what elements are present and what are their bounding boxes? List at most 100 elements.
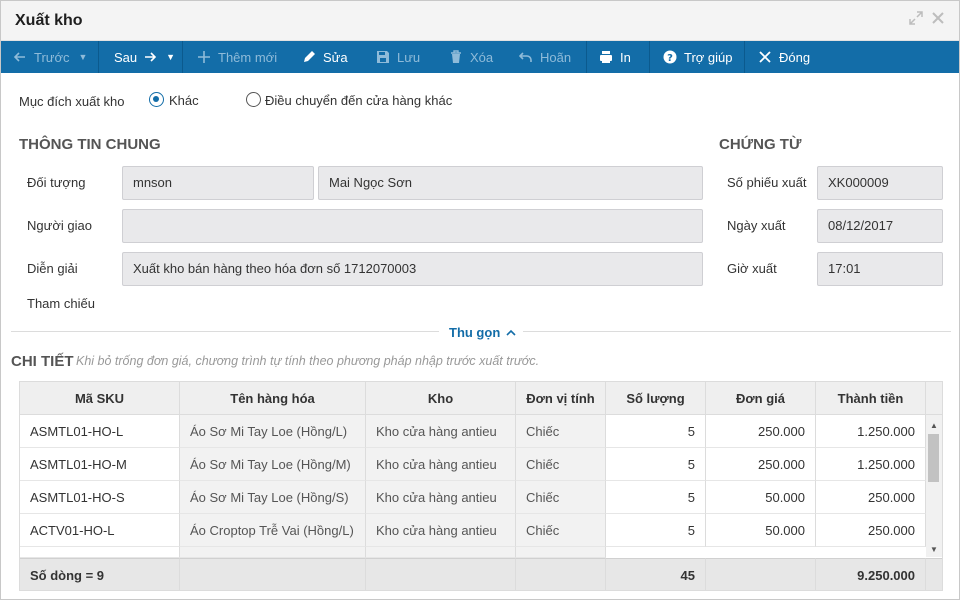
next-button[interactable]: Sau ▼ <box>114 41 175 73</box>
general-heading: THÔNG TIN CHUNG <box>19 136 161 153</box>
close-icon[interactable] <box>929 11 947 29</box>
export-date-field[interactable]: 08/12/2017 <box>817 209 943 243</box>
undo-icon <box>519 52 532 62</box>
close-button[interactable]: Đóng <box>758 41 810 73</box>
pencil-icon <box>304 51 315 62</box>
description-field[interactable]: Xuất kho bán hàng theo hóa đơn số 171207… <box>122 252 703 286</box>
table-row <box>180 547 366 558</box>
description-label: Diễn giải <box>27 261 78 276</box>
scroll-thumb[interactable] <box>928 434 939 482</box>
save-label: Lưu <box>397 49 421 65</box>
deliverer-field[interactable] <box>122 209 703 243</box>
col-header-name[interactable]: Tên hàng hóa <box>180 382 366 415</box>
delete-button[interactable]: Xóa <box>449 41 493 73</box>
vertical-scrollbar[interactable]: ▲ ▼ <box>926 415 942 557</box>
radio-transfer-label: Điều chuyển đến cửa hàng khác <box>265 93 453 108</box>
object-name-field[interactable]: Mai Ngọc Sơn <box>318 166 703 200</box>
table-row <box>20 547 180 558</box>
chevron-down-icon: ▼ <box>78 52 88 62</box>
export-time-field[interactable]: 17:01 <box>817 252 943 286</box>
radio-transfer[interactable] <box>246 92 261 107</box>
cell-warehouse: Kho cửa hàng antieu <box>366 415 516 448</box>
radio-other[interactable] <box>149 92 164 107</box>
floppy-icon <box>377 51 389 63</box>
cell-amount: 250.000 <box>816 514 926 547</box>
cell-unit: Chiếc <box>516 415 606 448</box>
cell-name: Áo Sơ Mi Tay Loe (Hồng/L) <box>180 415 366 448</box>
window-title: Xuất kho <box>15 12 83 29</box>
cell-sku[interactable]: ACTV01-HO-L <box>20 514 180 547</box>
save-button[interactable]: Lưu <box>376 41 420 73</box>
cell-name: Áo Croptop Trễ Vai (Hồng/L) <box>180 514 366 547</box>
cell-warehouse: Kho cửa hàng antieu <box>366 448 516 481</box>
voucher-number-field[interactable]: XK000009 <box>817 166 943 200</box>
cell-name: Áo Sơ Mi Tay Loe (Hồng/S) <box>180 481 366 514</box>
arrow-right-icon <box>145 52 157 62</box>
maximize-icon[interactable] <box>907 11 925 29</box>
scroll-down-icon[interactable]: ▼ <box>926 543 942 557</box>
collapse-toggle[interactable]: Thu gọn <box>449 325 516 340</box>
cell-qty[interactable]: 5 <box>606 415 706 448</box>
cell-qty[interactable]: 5 <box>606 481 706 514</box>
collapse-label: Thu gọn <box>449 325 501 340</box>
cell-price[interactable]: 250.000 <box>706 415 816 448</box>
prev-button[interactable]: Trước ▼ <box>13 41 87 73</box>
undo-label: Hoãn <box>540 49 572 65</box>
close-label: Đóng <box>779 49 811 65</box>
help-label: Trợ giúp <box>684 49 733 65</box>
plus-icon <box>198 51 210 63</box>
cell-unit: Chiếc <box>516 481 606 514</box>
col-header-qty[interactable]: Số lượng <box>606 382 706 415</box>
scroll-up-icon[interactable]: ▲ <box>926 419 942 433</box>
cell-amount: 1.250.000 <box>816 448 926 481</box>
close-icon <box>759 51 771 63</box>
export-time-label: Giờ xuất <box>727 261 777 276</box>
cell-sku[interactable]: ASMTL01-HO-L <box>20 415 180 448</box>
arrow-left-icon <box>13 52 25 62</box>
cell-price[interactable]: 50.000 <box>706 514 816 547</box>
col-header-warehouse[interactable]: Kho <box>366 382 516 415</box>
col-header-sku[interactable]: Mã SKU <box>20 382 180 415</box>
edit-button[interactable]: Sửa <box>302 41 348 73</box>
divider <box>523 331 951 332</box>
cell-unit: Chiếc <box>516 448 606 481</box>
print-button[interactable]: In <box>599 41 631 73</box>
cell-sku[interactable]: ASMTL01-HO-M <box>20 448 180 481</box>
col-header-amount[interactable]: Thành tiền <box>816 382 926 415</box>
export-date-label: Ngày xuất <box>727 218 786 233</box>
object-code-field[interactable]: mnson <box>122 166 314 200</box>
add-button[interactable]: Thêm mới <box>197 41 277 73</box>
cell-amount: 250.000 <box>816 481 926 514</box>
prev-label: Trước <box>34 49 70 65</box>
cell-price[interactable]: 50.000 <box>706 481 816 514</box>
chevron-up-icon <box>506 329 516 336</box>
cell-qty[interactable]: 5 <box>606 448 706 481</box>
voucher-heading: CHỨNG TỪ <box>719 136 802 153</box>
radio-other-label: Khác <box>169 93 199 108</box>
toolbar: Trước ▼ Sau ▼ Thêm mới Sửa Lưu Xóa Hoãn <box>1 41 959 73</box>
col-header-unit[interactable]: Đơn vị tính <box>516 382 606 415</box>
printer-icon <box>600 51 612 63</box>
footer-total-qty: 45 <box>606 558 706 590</box>
export-window: Xuất kho Trước ▼ Sau ▼ Thêm mới Sửa Lưu … <box>0 0 960 600</box>
cell-unit: Chiếc <box>516 514 606 547</box>
title-bar: Xuất kho <box>1 1 959 41</box>
detail-heading: CHI TIẾT <box>11 353 74 370</box>
help-button[interactable]: ? Trợ giúp <box>663 41 733 73</box>
cell-qty[interactable]: 5 <box>606 514 706 547</box>
detail-grid: Mã SKU Tên hàng hóa Kho Đơn vị tính Số l… <box>19 381 943 591</box>
cell-warehouse: Kho cửa hàng antieu <box>366 481 516 514</box>
divider <box>11 331 439 332</box>
col-header-price[interactable]: Đơn giá <box>706 382 816 415</box>
help-icon: ? <box>663 50 677 64</box>
undo-button[interactable]: Hoãn <box>519 41 571 73</box>
purpose-label: Mục đích xuất kho <box>19 94 125 109</box>
print-label: In <box>620 49 631 65</box>
svg-text:?: ? <box>667 53 673 64</box>
cell-sku[interactable]: ASMTL01-HO-S <box>20 481 180 514</box>
edit-label: Sửa <box>323 49 348 65</box>
cell-price[interactable]: 250.000 <box>706 448 816 481</box>
cell-warehouse: Kho cửa hàng antieu <box>366 514 516 547</box>
detail-hint: Khi bỏ trống đơn giá, chương trình tự tí… <box>76 354 540 368</box>
reference-label: Tham chiếu <box>27 296 95 311</box>
